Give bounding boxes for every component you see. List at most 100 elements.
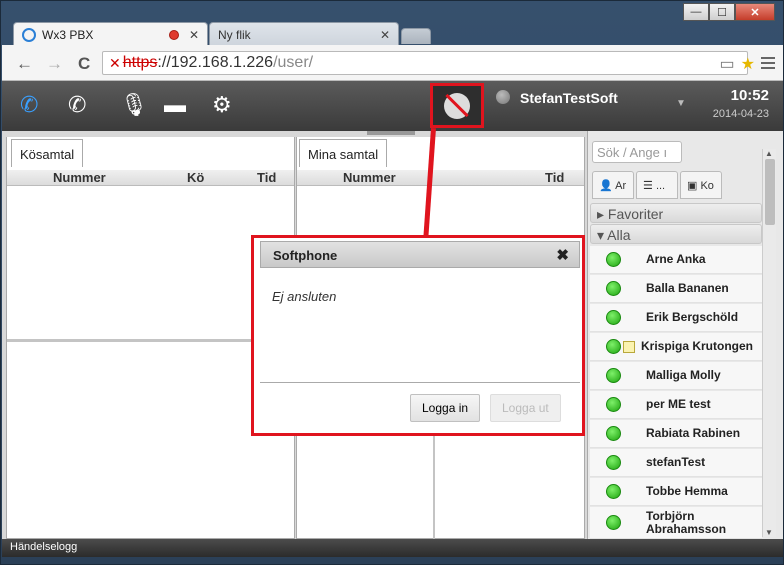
- browser-toolbar: ← → C ✕ https ://192.168.1.226 /user/ ▭ …: [2, 45, 783, 81]
- tab-contacts-list[interactable]: ☰ ...: [636, 171, 678, 199]
- event-log-label: Händelselogg: [10, 541, 78, 553]
- online-status-icon: [606, 368, 621, 383]
- minimize-button[interactable]: —: [683, 3, 709, 21]
- settings-gears-icon[interactable]: ⚙: [212, 93, 232, 117]
- tab-contacts-queue[interactable]: ▣ Ko: [680, 171, 722, 199]
- column-time[interactable]: Tid: [257, 170, 276, 185]
- contact-item[interactable]: Erik Bergschöld: [590, 304, 762, 332]
- queue-icon: ▣: [687, 180, 698, 192]
- tab-close-icon[interactable]: ✕: [380, 28, 390, 42]
- address-bar[interactable]: ✕ https ://192.168.1.226 /user/: [102, 51, 748, 75]
- recording-icon: [168, 29, 179, 40]
- contact-item[interactable]: stefanTest: [590, 449, 762, 477]
- contacts-scrollbar[interactable]: ▲ ▼: [762, 149, 776, 537]
- contact-name: per ME test: [646, 397, 711, 411]
- softphone-button[interactable]: [430, 83, 484, 128]
- url-scheme: https: [122, 54, 158, 71]
- contact-name: Arne Anka: [646, 252, 706, 266]
- dialog-title-bar: Softphone ✖: [260, 241, 580, 268]
- note-icon[interactable]: [623, 340, 635, 353]
- contact-name: Krispiga Krutongen: [641, 339, 754, 353]
- column-time[interactable]: Tid: [545, 170, 564, 185]
- user-name[interactable]: StefanTestSoft: [520, 90, 618, 106]
- column-queue[interactable]: Kö: [187, 170, 204, 185]
- scroll-thumb[interactable]: [765, 159, 775, 225]
- bed-icon[interactable]: ▬: [164, 93, 186, 117]
- group-favorites[interactable]: ▸ Favoriter: [590, 203, 762, 223]
- resize-handle[interactable]: [367, 131, 415, 135]
- back-button[interactable]: ←: [16, 54, 33, 74]
- user-status-icon: [496, 90, 510, 104]
- reload-button[interactable]: C: [78, 54, 90, 74]
- clock-time: 10:52: [730, 87, 769, 104]
- contact-item[interactable]: Rabiata Rabinen: [590, 420, 762, 448]
- phone-icon[interactable]: ✆: [20, 93, 38, 117]
- dialog-separator: [260, 382, 580, 383]
- contact-item[interactable]: Malliga Molly: [590, 362, 762, 390]
- omnibox-icons: ▭ ★: [720, 54, 755, 74]
- online-status-icon: [606, 484, 621, 499]
- bookmark-star-icon[interactable]: ★: [741, 54, 755, 74]
- chevron-right-icon: ▸: [597, 206, 605, 222]
- login-button[interactable]: Logga in: [410, 394, 481, 422]
- calls-column-headers: Nummer Tid: [297, 170, 584, 186]
- browser-window: — ☐ ✕ Wx3 PBX ✕ Ny flik ✕ ← → C ✕ https …: [0, 0, 784, 565]
- menu-icon[interactable]: [761, 57, 775, 72]
- softphone-dialog: Softphone ✖ Ej ansluten Logga in Logga u…: [251, 235, 585, 436]
- connection-status: Ej ansluten: [272, 289, 337, 304]
- tab-wx3-pbx[interactable]: Wx3 PBX ✕: [13, 22, 208, 46]
- phone-favicon-icon: [22, 27, 36, 42]
- online-status-icon: [606, 515, 621, 530]
- online-status-icon: [606, 397, 621, 412]
- list-icon: ☰: [643, 180, 653, 192]
- scroll-down-icon[interactable]: ▼: [765, 528, 773, 537]
- contact-name: Malliga Molly: [646, 368, 721, 382]
- online-status-icon: [606, 426, 621, 441]
- dialog-title: Softphone: [273, 248, 338, 263]
- chevron-down-icon[interactable]: ▼: [676, 98, 686, 109]
- insecure-lock-icon: ✕: [109, 54, 121, 71]
- column-number[interactable]: Nummer: [53, 170, 106, 185]
- group-all[interactable]: ▾ Alla: [590, 224, 762, 244]
- contact-item[interactable]: Torbjörn Abrahamsson: [590, 507, 762, 539]
- camera-icon[interactable]: ▭: [720, 54, 735, 74]
- column-number[interactable]: Nummer: [343, 170, 396, 185]
- maximize-button[interactable]: ☐: [709, 3, 735, 21]
- contact-item[interactable]: Arne Anka: [590, 246, 762, 274]
- logout-button[interactable]: Logga ut: [490, 394, 561, 422]
- contact-item[interactable]: Krispiga Krutongen: [590, 333, 762, 361]
- online-status-icon: [606, 455, 621, 470]
- tab-contacts-alpha[interactable]: 👤 Ar: [592, 171, 634, 199]
- softphone-disconnected-icon: [444, 92, 470, 119]
- contact-name: Erik Bergschöld: [646, 310, 739, 324]
- event-log-bar[interactable]: Händelselogg: [2, 539, 783, 557]
- close-window-button[interactable]: ✕: [735, 3, 775, 21]
- contact-name: Balla Bananen: [646, 281, 729, 295]
- online-status-icon: [606, 310, 621, 325]
- tab-title: Ny flik: [218, 27, 251, 42]
- tab-my-calls[interactable]: Mina samtal: [299, 139, 388, 167]
- app-header: ✆ ✆ 🎙 ▬ ⚙ StefanTestSoft ▼ 10:52 2014-04…: [2, 81, 783, 131]
- url-path: /user/: [273, 54, 314, 71]
- tab-close-icon[interactable]: ✕: [189, 28, 199, 42]
- microphone-icon[interactable]: 🎙: [120, 93, 148, 117]
- contact-item[interactable]: Tobbe Hemma: [590, 478, 762, 506]
- contact-name: Tobbe Hemma: [646, 484, 728, 498]
- queue-column-headers: Nummer Kö Tid: [7, 170, 294, 186]
- chevron-down-icon: ▾: [597, 227, 605, 243]
- contact-item[interactable]: Balla Bananen: [590, 275, 762, 303]
- online-status-icon: [606, 281, 621, 296]
- call-transfer-icon[interactable]: ✆: [68, 93, 86, 117]
- dialog-close-icon[interactable]: ✖: [556, 246, 569, 264]
- scroll-up-icon[interactable]: ▲: [765, 149, 773, 158]
- tab-new[interactable]: Ny flik ✕: [209, 22, 399, 46]
- forward-button[interactable]: →: [46, 54, 63, 74]
- contact-item[interactable]: per ME test: [590, 391, 762, 419]
- tab-queue-calls[interactable]: Kösamtal: [11, 139, 84, 167]
- new-tab-button[interactable]: [401, 28, 431, 44]
- contacts-sidebar: Sök / Ange ı 👤 Ar ☰ ... ▣ Ko ▸ Favoriter…: [587, 131, 783, 539]
- online-status-icon: [606, 252, 621, 267]
- contact-search-input[interactable]: Sök / Ange ı: [592, 141, 682, 163]
- clock-date: 2014-04-23: [712, 108, 769, 120]
- online-status-icon: [606, 339, 621, 354]
